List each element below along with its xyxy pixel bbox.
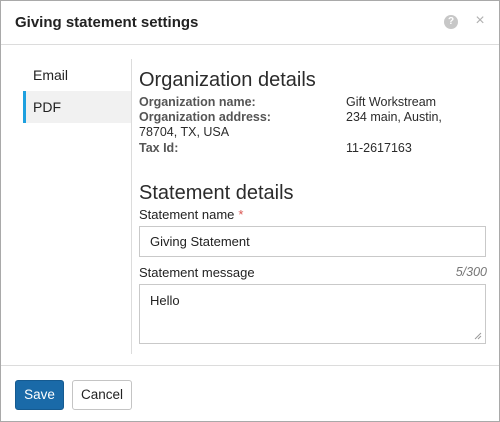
sidebar-item-label: Email bbox=[33, 67, 69, 83]
organization-details-heading: Organization details bbox=[139, 69, 316, 91]
organization-address-label: Organization address: bbox=[139, 110, 271, 124]
sidebar-item-email[interactable]: Email bbox=[23, 59, 131, 91]
sidebar-item-label: PDF bbox=[33, 99, 61, 115]
settings-sidebar: Email PDF bbox=[23, 59, 131, 123]
statement-name-label: Statement name * bbox=[139, 207, 243, 222]
statement-message-value: Hello bbox=[150, 293, 180, 308]
required-marker: * bbox=[238, 207, 244, 222]
statement-details-heading: Statement details bbox=[139, 182, 294, 204]
dialog-header: Giving statement settings ? × bbox=[1, 1, 499, 45]
statement-message-textarea[interactable]: Hello bbox=[139, 284, 486, 344]
tax-id-value: 11-2617163 bbox=[346, 141, 412, 155]
resize-handle-icon[interactable] bbox=[474, 332, 482, 340]
save-button[interactable]: Save bbox=[15, 380, 64, 410]
statement-name-label-text: Statement name bbox=[139, 207, 235, 222]
dialog-title: Giving statement settings bbox=[15, 14, 199, 31]
sidebar-item-pdf[interactable]: PDF bbox=[23, 91, 131, 123]
message-character-counter: 5/300 bbox=[455, 265, 487, 279]
organization-name-value: Gift Workstream bbox=[346, 95, 437, 109]
organization-address-value: 234 main, Austin, bbox=[346, 110, 442, 124]
statement-message-label: Statement message bbox=[139, 265, 255, 280]
organization-name-label: Organization name: bbox=[139, 95, 256, 109]
dialog-footer: Save Cancel bbox=[1, 365, 499, 422]
statement-name-input[interactable]: Giving Statement bbox=[139, 226, 486, 257]
help-icon[interactable]: ? bbox=[444, 15, 458, 29]
organization-address-value-line2: 78704, TX, USA bbox=[139, 125, 230, 139]
sidebar-divider bbox=[131, 59, 132, 354]
cancel-button[interactable]: Cancel bbox=[72, 380, 132, 410]
giving-statement-settings-dialog: Giving statement settings ? × Email PDF … bbox=[0, 0, 500, 422]
close-icon[interactable]: × bbox=[473, 13, 487, 29]
tax-id-label: Tax Id: bbox=[139, 141, 179, 155]
